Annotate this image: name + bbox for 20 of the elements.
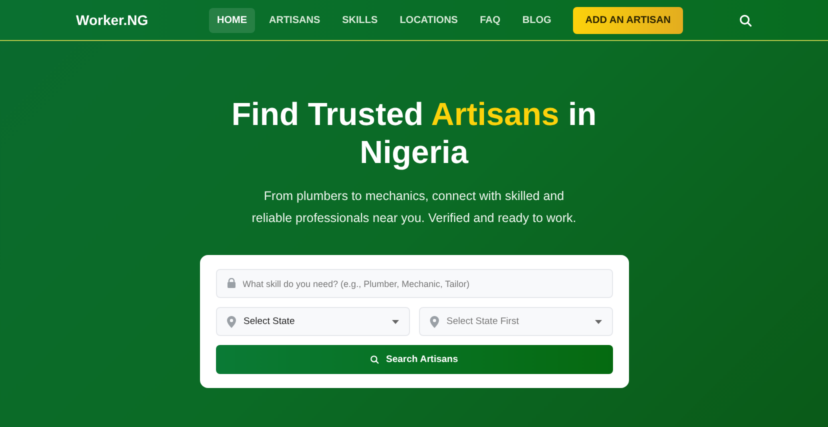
nav-link[interactable]: FAQ <box>472 8 508 32</box>
search-icon <box>370 355 379 364</box>
location-pin-icon <box>226 316 236 328</box>
state-select[interactable]: Select State <box>216 307 410 336</box>
nav-link[interactable]: SKILLS <box>334 8 386 32</box>
location-pin-icon <box>430 316 438 328</box>
nav-link[interactable]: HOME <box>209 8 255 32</box>
hero-title: Find Trusted Artisans in Nigeria <box>230 95 598 171</box>
lock-icon <box>226 278 236 288</box>
nav-link[interactable]: BLOG <box>514 8 560 32</box>
nav-link[interactable]: ARTISANS <box>261 8 328 32</box>
search-button[interactable]: Search Artisans <box>216 345 612 374</box>
skill-field[interactable]: What skill do you need? (e.g., Plumber, Mechanic, Tailor) <box>216 269 612 298</box>
add-artisan-button[interactable]: ADD AN ARTISAN <box>573 6 683 34</box>
nav-link[interactable]: LOCATIONS <box>392 8 466 32</box>
logo[interactable]: Worker.NG <box>76 12 209 28</box>
hero-subtitle: From plumbers to mechanics, connect with skilled and reliable professionals near you. Verified and ready to work. <box>250 188 578 227</box>
caret-icon <box>594 320 602 324</box>
search-icon <box>739 14 752 26</box>
caret-icon <box>392 320 398 324</box>
